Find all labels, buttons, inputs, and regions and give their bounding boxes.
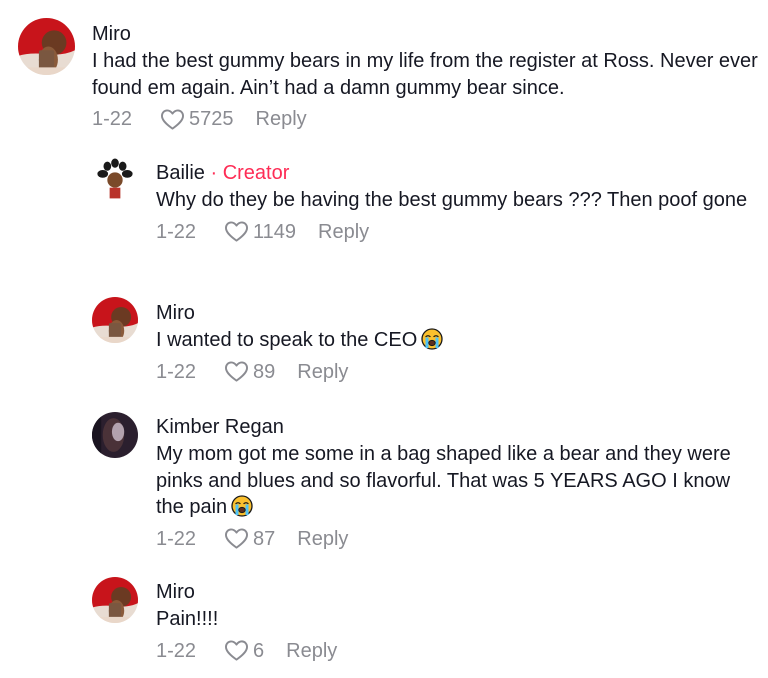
avatar[interactable] [18,18,75,75]
comment-text: My mom got me some in a bag shaped like … [156,443,731,518]
reply-button[interactable]: Reply [286,639,337,663]
comment-date: 1-22 [156,220,197,243]
comment-date: 1-22 [156,360,197,383]
comment-text: I had the best gummy bears in my life fr… [92,50,758,99]
like-button[interactable]: 87 [224,527,275,551]
like-count: 87 [253,527,276,550]
heart-icon [224,220,249,243]
creator-badge: · Creator [204,162,290,184]
avatar-image [18,18,75,75]
loudly-crying-face-icon [421,328,443,350]
avatar[interactable] [92,577,138,623]
comment-text: Pain!!!! [156,608,219,630]
avatar[interactable] [92,157,138,203]
comment-author[interactable]: Kimber Regan [156,415,762,439]
comment-author[interactable]: Bailie [156,162,205,184]
like-button[interactable]: 1149 [224,220,296,244]
like-button[interactable]: 6 [224,639,264,663]
comment-date: 1-22 [92,108,133,130]
comment-author[interactable]: Miro [92,22,762,46]
avatar-image [92,297,138,343]
like-button[interactable]: 89 [224,360,275,384]
avatar[interactable] [92,412,138,458]
reply-button[interactable]: Reply [297,360,348,384]
comment-date: 1-22 [156,527,197,550]
avatar[interactable] [92,297,138,343]
comment-author[interactable]: Miro [156,301,762,325]
reply-button[interactable]: Reply [318,220,369,244]
comment-meta: 1-22 6 Reply [156,639,762,663]
comment-meta: 1-22 89 Reply [156,360,762,384]
like-count: 6 [253,639,265,662]
comment-text: I wanted to speak to the CEO [156,327,762,354]
loudly-crying-face-icon [231,495,253,517]
comment-author[interactable]: Miro [156,580,762,604]
avatar-image [92,412,138,458]
like-count: 1149 [253,220,297,243]
like-count: 89 [253,360,276,383]
comment-meta: 1-22 1149 Reply [156,220,762,244]
comment-text: Why do they be having the best gummy bea… [156,189,748,211]
like-button[interactable]: 5725 [160,107,234,131]
comment-meta: 1-22 5725 Reply [92,107,762,131]
heart-icon [224,527,249,550]
comment-meta: 1-22 87 Reply [156,527,762,551]
comment-author-line: Bailie · Creator [156,161,762,185]
avatar-image [92,157,138,203]
comment-date: 1-22 [156,639,197,662]
heart-icon [224,360,249,383]
like-count: 5725 [189,108,234,130]
reply-button[interactable]: Reply [256,107,307,131]
reply-button[interactable]: Reply [297,527,348,551]
heart-icon [160,108,185,131]
avatar-image [92,577,138,623]
heart-icon [224,639,249,662]
